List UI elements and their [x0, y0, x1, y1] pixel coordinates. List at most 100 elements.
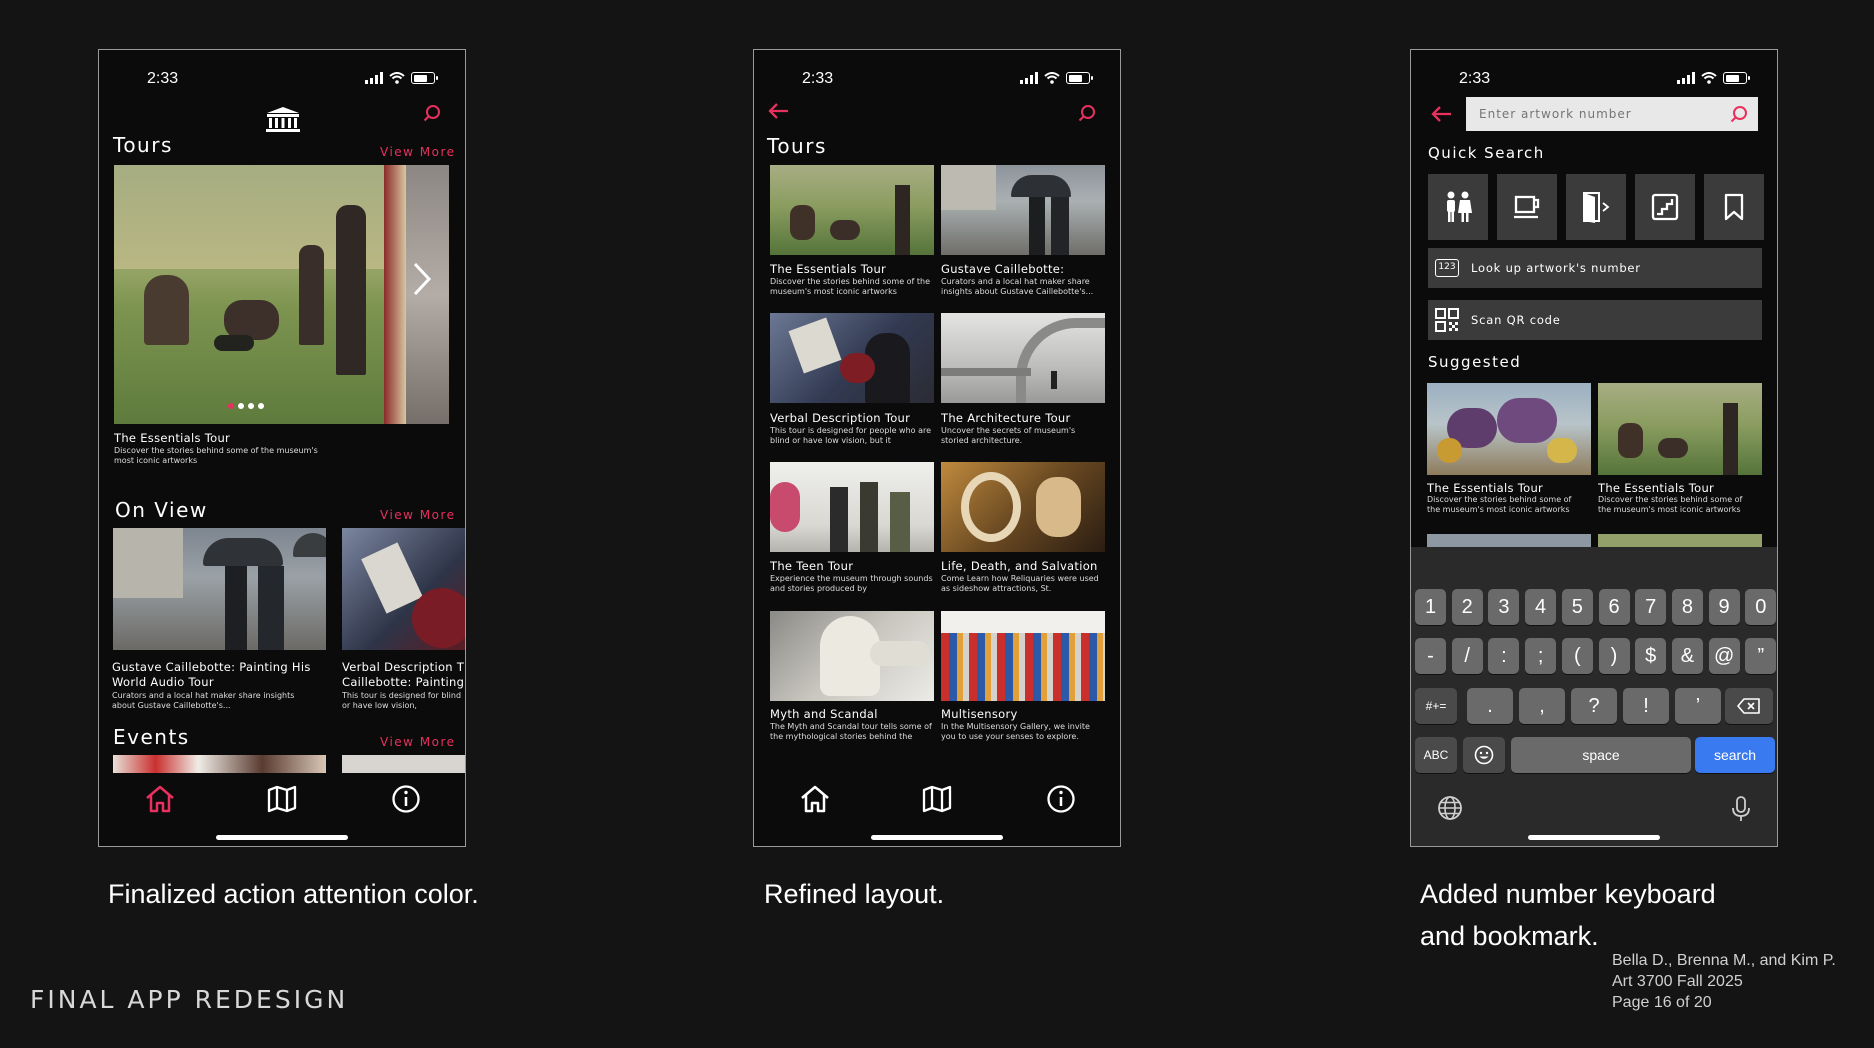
- tour-card-image[interactable]: [770, 165, 934, 255]
- search-icon[interactable]: [1730, 105, 1748, 123]
- emoji-key[interactable]: [1463, 737, 1505, 773]
- on-view-card-title: Verbal Description T Caillebotte: Painti…: [342, 660, 465, 689]
- symbol-key[interactable]: @: [1708, 638, 1740, 674]
- signal-icon: [1020, 72, 1038, 84]
- tour-card-image[interactable]: [941, 165, 1105, 255]
- bookmark-button[interactable]: [1704, 174, 1764, 240]
- symbol-key[interactable]: -: [1415, 638, 1446, 674]
- info-icon[interactable]: [1044, 782, 1078, 816]
- tour-card-desc: This tour is designed for people who are…: [770, 426, 932, 445]
- digit-key[interactable]: 7: [1635, 589, 1667, 625]
- suggested-card-image[interactable]: [1598, 383, 1762, 475]
- tour-card-image[interactable]: [770, 313, 934, 403]
- on-view-title: On View: [115, 498, 208, 522]
- digit-key[interactable]: 9: [1708, 589, 1740, 625]
- caption-line: Added number keyboard: [1420, 879, 1716, 909]
- battery-icon: [1723, 72, 1750, 84]
- digit-key[interactable]: 3: [1488, 589, 1520, 625]
- search-icon[interactable]: [423, 104, 441, 122]
- tours-title: Tours: [767, 134, 827, 158]
- info-icon[interactable]: [389, 782, 423, 816]
- digit-key[interactable]: 1: [1415, 589, 1446, 625]
- punctuation-key[interactable]: ’: [1675, 688, 1721, 724]
- punctuation-key[interactable]: ,: [1519, 688, 1565, 724]
- credits-course: Art 3700 Fall 2025: [1612, 973, 1743, 990]
- abc-key[interactable]: ABC: [1415, 737, 1457, 773]
- symbol-key[interactable]: $: [1635, 638, 1667, 674]
- scan-qr-button[interactable]: Scan QR code: [1428, 300, 1762, 340]
- search-bar[interactable]: [1466, 97, 1758, 131]
- event-card-image[interactable]: [342, 755, 465, 773]
- tour-card-desc: Discover the stories behind some of the …: [770, 277, 931, 296]
- tour-card-image[interactable]: [770, 462, 934, 552]
- search-icon[interactable]: [1078, 104, 1096, 122]
- number-keyboard: 1234567890 - /:;() $ & @” #+= .,?!’ ABC spac…: [1411, 547, 1777, 846]
- punctuation-key[interactable]: ?: [1571, 688, 1617, 724]
- symbol-key[interactable]: ”: [1745, 638, 1777, 674]
- tour-card-image[interactable]: [941, 462, 1105, 552]
- suggested-card-image[interactable]: [1427, 383, 1591, 475]
- suggested-card-desc: Discover the stories behind some of the …: [1427, 495, 1572, 514]
- tour-card-image[interactable]: [941, 313, 1105, 403]
- chevron-right-icon[interactable]: [411, 260, 433, 298]
- credits: Bella D., Brenna M., and Kim P. Art 3700…: [1612, 950, 1836, 1013]
- tour-card-image[interactable]: [941, 611, 1105, 701]
- lookup-artwork-number-button[interactable]: 123 Look up artwork's number: [1428, 248, 1762, 288]
- space-key[interactable]: space: [1511, 737, 1691, 773]
- wifi-icon: [1044, 72, 1060, 84]
- digit-key[interactable]: 0: [1745, 589, 1777, 625]
- digit-key[interactable]: 5: [1561, 589, 1593, 625]
- digit-key[interactable]: 6: [1598, 589, 1630, 625]
- tour-card-desc: Uncover the secrets of museum's storied …: [941, 426, 1076, 445]
- tours-view-more-link[interactable]: View More: [380, 145, 456, 159]
- digit-key[interactable]: 8: [1671, 589, 1703, 625]
- back-arrow-icon[interactable]: [768, 102, 790, 120]
- restroom-icon: [1447, 191, 1472, 222]
- suggested-card-title: The Essentials Tour: [1427, 481, 1544, 495]
- symbol-key[interactable]: ): [1598, 638, 1630, 674]
- stairs-button[interactable]: [1635, 174, 1695, 240]
- on-view-view-more-link[interactable]: View More: [380, 508, 456, 522]
- search-key[interactable]: search: [1695, 737, 1775, 773]
- hero-artwork-image[interactable]: [114, 165, 449, 424]
- back-arrow-icon[interactable]: [1431, 105, 1453, 123]
- home-icon[interactable]: [143, 782, 177, 816]
- microphone-icon[interactable]: [1731, 795, 1751, 823]
- symbol-key[interactable]: :: [1488, 638, 1520, 674]
- tour-card-title: The Architecture Tour: [941, 411, 1071, 425]
- event-card-image[interactable]: [113, 755, 326, 773]
- restroom-button[interactable]: [1428, 174, 1488, 240]
- suggested-card-desc: Discover the stories behind some of the …: [1598, 495, 1743, 514]
- tour-card-title: Verbal Description Tour: [770, 411, 911, 425]
- symbol-key[interactable]: /: [1451, 638, 1483, 674]
- digit-key[interactable]: 2: [1451, 589, 1483, 625]
- symbols-toggle-key[interactable]: #+=: [1415, 688, 1457, 724]
- home-indicator: [216, 835, 348, 840]
- cafe-button[interactable]: [1497, 174, 1557, 240]
- events-view-more-link[interactable]: View More: [380, 735, 456, 749]
- punctuation-key[interactable]: .: [1467, 688, 1513, 724]
- tab-bar: [754, 774, 1120, 822]
- slide-title: FINAL APP REDESIGN: [30, 985, 349, 1014]
- tour-card-desc: In the Multisensory Gallery, we invite y…: [941, 722, 1090, 741]
- map-icon[interactable]: [920, 782, 954, 816]
- phone-screen-search: 2:33 Quick Search 123 Look up artwork's: [1410, 49, 1778, 847]
- symbol-key[interactable]: (: [1561, 638, 1593, 674]
- tour-card-image[interactable]: [770, 611, 934, 701]
- artwork-number-input[interactable]: [1466, 97, 1726, 131]
- globe-icon[interactable]: [1437, 795, 1463, 821]
- on-view-card-image[interactable]: [342, 528, 465, 650]
- punctuation-key[interactable]: !: [1623, 688, 1669, 724]
- on-view-card-image[interactable]: [113, 528, 326, 650]
- stairs-icon: [1651, 193, 1679, 221]
- symbol-key[interactable]: &: [1671, 638, 1703, 674]
- backspace-key[interactable]: [1725, 688, 1773, 724]
- map-icon[interactable]: [265, 782, 299, 816]
- home-icon[interactable]: [798, 782, 832, 816]
- number-pad-icon: 123: [1435, 259, 1459, 277]
- digit-key[interactable]: 4: [1525, 589, 1557, 625]
- tour-card-title: Gustave Caillebotte:: [941, 262, 1065, 276]
- symbol-key[interactable]: ;: [1525, 638, 1557, 674]
- exit-button[interactable]: [1566, 174, 1626, 240]
- museum-logo-icon: [266, 107, 300, 132]
